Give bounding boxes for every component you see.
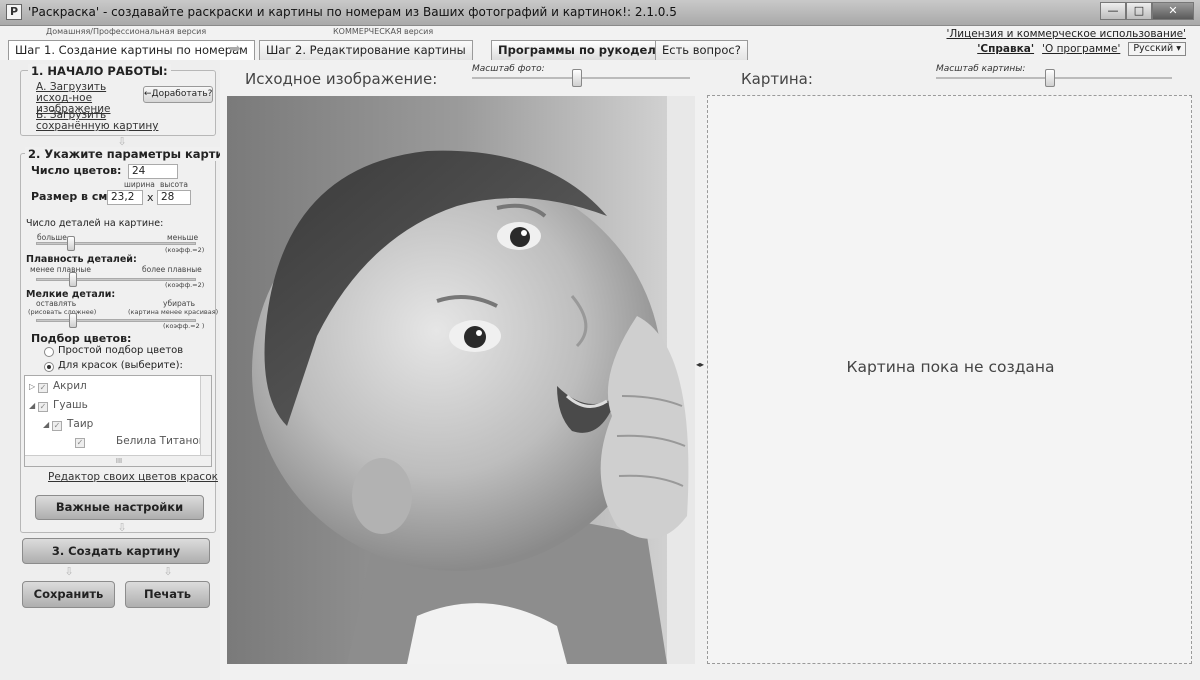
checkbox-icon[interactable]: ✓ [38,383,48,393]
save-button[interactable]: Сохранить [22,581,115,608]
language-select[interactable]: Русский ▾ [1128,42,1186,56]
details-slider-track[interactable] [36,242,196,245]
photo-zoom-thumb[interactable] [572,69,582,87]
checkbox-icon[interactable]: ✓ [52,421,62,431]
checkbox-icon[interactable]: ✓ [75,438,85,448]
tree-item-titanium-white[interactable]: ✓ Белила Титанов [75,435,205,448]
source-image-title: Исходное изображение: [245,70,438,88]
down-arrow-icon: ⇩ [117,521,127,534]
tree-collapse-icon[interactable]: ◢ [43,420,52,429]
params-title: 2. Укажите параметры картины [25,147,245,161]
tab-step2[interactable]: Шаг 2. Редактирование картины [259,40,473,60]
panel-splitter[interactable] [695,96,707,664]
width-input[interactable]: 23,2 [107,190,143,205]
paints-tree[interactable]: ▷ ✓ Акрил ◢ ✓ Гуашь ◢ ✓ Таир ✓ Белила Титанов I… [24,375,212,467]
radio-simple-label: Простой подбор цветов [58,345,184,356]
details-more-label: больше [37,233,67,242]
smooth-slider-thumb[interactable] [68,272,77,287]
window-controls: — □ ✕ [1100,2,1194,20]
checkbox-icon[interactable]: ✓ [38,402,48,412]
start-title: 1. НАЧАЛО РАБОТЫ: [28,64,171,78]
tab-bar: Домашняя/Профессиональная версия КОММЕРЧ… [0,26,1200,61]
minimize-button[interactable]: — [1100,2,1126,20]
height-input[interactable]: 28 [157,190,191,205]
tree-expand-icon[interactable]: ▷ [29,382,38,391]
window-titlebar: P 'Раскраска' - создавайте раскраски и к… [0,0,1200,26]
main-area: Исходное изображение: Масштаб фото: Карт… [220,60,1200,680]
empty-picture-message: Картина пока не создана [846,358,1055,376]
maximize-button[interactable]: □ [1126,2,1152,20]
source-photo [227,96,695,664]
small-keep-note: (рисовать сложнее) [28,308,97,316]
tree-item-gouache[interactable]: ◢ ✓ Гуашь [29,399,88,412]
details-coef: (коэфф.=2) [165,246,205,254]
smooth-more-label: более плавные [142,265,202,274]
details-less-label: меньше [167,233,199,242]
baby-photo-image [227,96,695,664]
down-arrow-icon: ⇩ [163,565,173,578]
print-button[interactable]: Печать [125,581,210,608]
tree-item-acrylic[interactable]: ▷ ✓ Акрил [29,380,87,393]
picture-zoom-thumb[interactable] [1045,69,1055,87]
tree-collapse-icon[interactable]: ◢ [29,401,38,410]
small-slider-thumb[interactable] [68,313,77,328]
down-arrow-icon: ⇩ [64,565,74,578]
tree-vertical-scrollbar[interactable] [200,376,211,456]
radio-simple-colors[interactable] [44,347,54,357]
small-remove-label: убирать [163,299,196,308]
details-label: Число деталей на картине: [26,218,164,229]
size-separator: x [147,191,154,204]
small-keep-label: оставлять [36,299,77,308]
size-label: Размер в см: [31,190,112,203]
down-arrow-icon: ⇩ [117,135,127,148]
small-coef: (коэфф.=2 ) [163,322,205,330]
load-saved-link[interactable]: Б. Загрузить сохранённую картину [36,110,176,132]
smooth-label: Плавность деталей: [26,254,137,265]
picture-zoom-label: Масштаб картины: [936,64,1026,74]
picture-canvas: Картина пока не создана [707,95,1192,664]
close-button[interactable]: ✕ [1152,2,1194,20]
tree-horizontal-scrollbar[interactable]: III [25,455,211,466]
smooth-coef: (коэфф.=2) [165,281,205,289]
small-remove-note: (картина менее красивая) [128,308,219,316]
license-link[interactable]: 'Лицензия и коммерческое использование' [947,28,1187,40]
colors-count-input[interactable]: 24 [128,164,178,179]
about-link[interactable]: 'О программе' [1042,43,1120,55]
photo-zoom-label: Масштаб фото: [472,64,545,74]
improve-button[interactable]: ←Доработать? [143,86,213,103]
edition-home-label: Домашняя/Профессиональная версия [46,27,207,36]
important-settings-button[interactable]: Важные настройки [35,495,204,520]
details-slider-thumb[interactable] [67,236,76,251]
width-caption: ширина [124,180,155,189]
picture-title: Картина: [741,70,813,88]
window-title: 'Раскраска' - создавайте раскраски и кар… [28,5,677,19]
colors-count-label: Число цветов: [31,164,122,177]
smooth-less-label: менее плавные [30,265,91,274]
create-picture-button[interactable]: 3. Создать картину [22,538,210,564]
palette-editor-link[interactable]: Редактор своих цветов красок [48,472,218,483]
color-selection-label: Подбор цветов: [31,332,132,345]
height-caption: высота [160,180,189,189]
left-panel: 1. НАЧАЛО РАБОТЫ: А. Загрузить исход-ное… [0,60,245,680]
edition-commercial-label: КОММЕРЧЕСКАЯ версия [333,27,434,36]
app-icon: P [6,4,22,20]
tab-step1[interactable]: Шаг 1. Создание картины по номерам [8,40,255,61]
radio-paints-label: Для красок (выберите): [58,360,183,371]
splitter-handle-icon[interactable]: ◂▸ [696,360,704,369]
help-link[interactable]: 'Справка' [977,43,1034,55]
top-links: 'Лицензия и коммерческое использование' … [947,28,1187,56]
tree-item-tair[interactable]: ◢ ✓ Таир [43,418,93,431]
arrow-right-icon: ➡ [229,41,241,57]
radio-paints[interactable] [44,362,54,372]
tab-question[interactable]: Есть вопрос? [655,40,748,60]
